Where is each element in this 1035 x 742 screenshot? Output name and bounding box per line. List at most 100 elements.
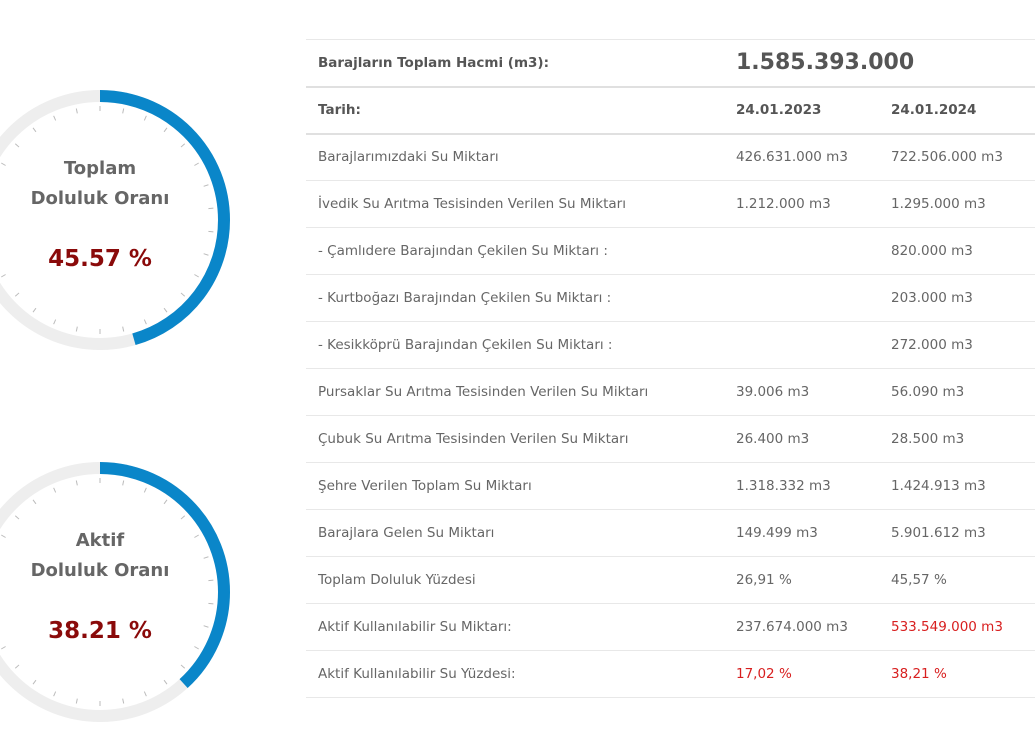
gauge-tick — [180, 515, 186, 520]
value-2023 — [724, 227, 879, 275]
table-row: Pursaklar Su Arıtma Tesisinden Verilen S… — [306, 368, 1035, 416]
value-2023: 26.400 m3 — [724, 415, 879, 463]
gauge-tick — [143, 691, 147, 697]
value-2024: 722.506.000 m3 — [879, 133, 1035, 181]
gauge-tick — [180, 292, 186, 297]
gauge-tick — [32, 127, 37, 133]
row-label: Barajlara Gelen Su Miktarı — [306, 509, 724, 557]
gauge-tick — [194, 646, 199, 650]
row-label: Pursaklar Su Arıtma Tesisinden Verilen S… — [306, 368, 724, 416]
row-label: - Çamlıdere Barajından Çekilen Su Miktar… — [306, 227, 724, 275]
date-2: 24.01.2024 — [879, 86, 1035, 135]
row-label: İvedik Su Arıtma Tesisinden Verilen Su M… — [306, 180, 724, 228]
row-label: Toplam Doluluk Yüzdesi — [306, 556, 724, 604]
value-2023: 149.499 m3 — [724, 509, 879, 557]
value-2024: 533.549.000 m3 — [879, 603, 1035, 651]
table-row: - Çamlıdere Barajından Çekilen Su Miktar… — [306, 227, 1035, 275]
gauge-fill-arc — [0, 90, 230, 350]
table-row: Şehre Verilen Toplam Su Miktarı 1.318.332… — [306, 462, 1035, 510]
value-2024: 1.424.913 m3 — [879, 462, 1035, 510]
gauge-tick — [14, 292, 20, 297]
date-header-row: Tarih: 24.01.2023 24.01.2024 — [306, 86, 1035, 135]
gauge-tick — [53, 319, 57, 325]
gauge-tick — [143, 115, 147, 121]
gauge-tick — [75, 480, 78, 486]
value-2023 — [724, 321, 879, 369]
value-2024: 1.295.000 m3 — [879, 180, 1035, 228]
gauge-title: Aktif Doluluk Oranı — [0, 526, 230, 586]
gauge-title-line2: Doluluk Oranı — [30, 560, 170, 581]
total-fill-gauge: Toplam Doluluk Oranı 45.57 % — [0, 90, 230, 350]
row-label: Şehre Verilen Toplam Su Miktarı — [306, 462, 724, 510]
value-2023: 26,91 % — [724, 556, 879, 604]
date-1: 24.01.2023 — [724, 86, 879, 135]
gauge-tick — [1, 274, 6, 278]
value-2024: 28.500 m3 — [879, 415, 1035, 463]
gauge-tick — [163, 307, 168, 313]
row-label: - Kurtboğazı Barajından Çekilen Su Mikta… — [306, 274, 724, 322]
value-2023: 426.631.000 m3 — [724, 133, 879, 181]
value-2023: 39.006 m3 — [724, 368, 879, 416]
row-label: Aktif Kullanılabilir Su Miktarı: — [306, 603, 724, 651]
dam-stats-table: Barajların Toplam Hacmi (m3): 1.585.393.… — [306, 39, 1035, 698]
active-fill-gauge: Aktif Doluluk Oranı 38.21 % — [0, 462, 230, 722]
gauge-tick — [32, 499, 37, 505]
gauge-tick — [143, 319, 147, 325]
gauge-tick — [143, 487, 147, 493]
gauge-tick — [122, 108, 125, 114]
gauge-fill-arc — [0, 462, 230, 722]
gauge-title: Toplam Doluluk Oranı — [0, 154, 230, 214]
date-label: Tarih: — [306, 86, 724, 135]
gauge-tick — [75, 698, 78, 704]
gauge-ring — [0, 90, 230, 350]
value-2024: 56.090 m3 — [879, 368, 1035, 416]
gauge-ring — [0, 462, 230, 722]
gauge-tick — [53, 115, 57, 121]
row-label: Barajlarımızdaki Su Miktarı — [306, 133, 724, 181]
gauge-tick — [14, 143, 20, 148]
gauge-tick — [53, 691, 57, 697]
gauge-value: 45.57 % — [48, 246, 152, 272]
volume-label: Barajların Toplam Hacmi (m3): — [306, 39, 724, 88]
table-row: Barajlara Gelen Su Miktarı 149.499 m3 5.90… — [306, 509, 1035, 557]
row-label: Aktif Kullanılabilir Su Yüzdesi: — [306, 650, 724, 698]
volume-value: 1.585.393.000 — [724, 39, 1035, 88]
gauge-title-line1: Aktif — [75, 530, 125, 551]
value-2023: 17,02 % — [724, 650, 879, 698]
gauge-title-line1: Toplam — [63, 158, 137, 179]
value-2024: 203.000 m3 — [879, 274, 1035, 322]
gauge-tick — [163, 127, 168, 133]
value-2024: 820.000 m3 — [879, 227, 1035, 275]
gauge-tick — [1, 646, 6, 650]
gauge-tick — [14, 664, 20, 669]
value-2024: 38,21 % — [879, 650, 1035, 698]
table-row: Aktif Kullanılabilir Su Miktarı: 237.674.… — [306, 603, 1035, 651]
value-2024: 5.901.612 m3 — [879, 509, 1035, 557]
gauge-tick — [163, 499, 168, 505]
gauge-tick — [32, 679, 37, 685]
gauge-value: 38.21 % — [48, 618, 152, 644]
gauge-tick — [53, 487, 57, 493]
gauge-tick — [75, 326, 78, 332]
gauge-tick — [208, 230, 214, 233]
table-row: Toplam Doluluk Yüzdesi 26,91 % 45,57 % — [306, 556, 1035, 604]
value-2023: 1.212.000 m3 — [724, 180, 879, 228]
gauge-tick — [122, 698, 125, 704]
table-row: Çubuk Su Arıtma Tesisinden Verilen Su Mi… — [306, 415, 1035, 463]
table-row: Barajlarımızdaki Su Miktarı 426.631.000 m… — [306, 133, 1035, 181]
table-row: İvedik Su Arıtma Tesisinden Verilen Su M… — [306, 180, 1035, 228]
table-row: Aktif Kullanılabilir Su Yüzdesi: 17,02 % 3… — [306, 650, 1035, 698]
gauge-title-line2: Doluluk Oranı — [30, 188, 170, 209]
gauge-tick — [194, 274, 199, 278]
table-row: - Kesikköprü Barajından Çekilen Su Mikta… — [306, 321, 1035, 369]
gauge-tick — [163, 679, 168, 685]
gauge-tick — [208, 602, 214, 605]
gauge-tick — [14, 515, 20, 520]
row-label: - Kesikköprü Barajından Çekilen Su Mikta… — [306, 321, 724, 369]
value-2023: 1.318.332 m3 — [724, 462, 879, 510]
value-2024: 272.000 m3 — [879, 321, 1035, 369]
gauge-tick — [122, 480, 125, 486]
gauge-tick — [122, 326, 125, 332]
gauge-tick — [75, 108, 78, 114]
value-2024: 45,57 % — [879, 556, 1035, 604]
